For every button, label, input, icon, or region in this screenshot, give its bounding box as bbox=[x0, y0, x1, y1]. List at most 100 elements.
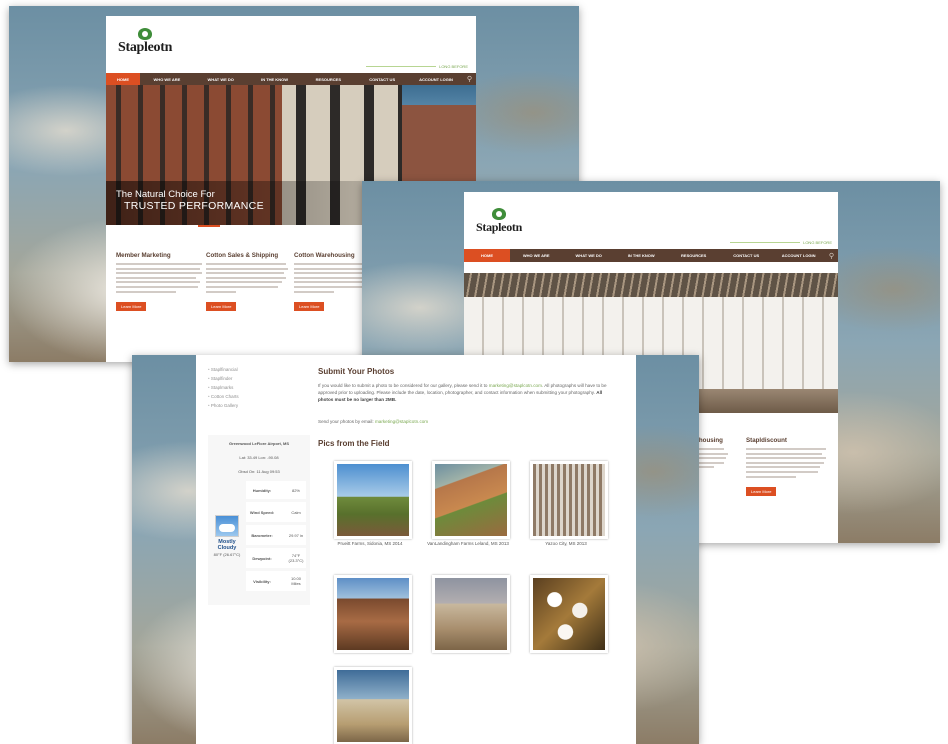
submit-send-line: Send your photos by email: marketing@sta… bbox=[318, 419, 428, 424]
submit-body-text: If you would like to submit a photo to b… bbox=[318, 383, 489, 388]
nav-what-we-do[interactable]: WHAT WE DO bbox=[194, 77, 248, 82]
feature-body bbox=[746, 448, 828, 478]
gallery-photo[interactable] bbox=[432, 575, 510, 653]
learn-more-button[interactable]: Learn More bbox=[746, 487, 777, 497]
weather-table: Humidity: 82% Wind Speed: Calm Barometer… bbox=[246, 481, 306, 591]
gallery-photo[interactable] bbox=[432, 461, 510, 539]
search-icon[interactable]: ⚲ bbox=[825, 252, 838, 260]
feature-body bbox=[116, 263, 202, 293]
photo-harvester bbox=[337, 670, 409, 742]
photo-field-sky bbox=[337, 464, 409, 536]
weather-row: Dewpoint: 74°F (23.3°C) bbox=[246, 548, 306, 568]
sidebar-link[interactable]: Staplfinder bbox=[208, 376, 308, 381]
nav-in-the-know[interactable]: IN THE KNOW bbox=[615, 253, 667, 258]
weather-label: Wind Speed: bbox=[249, 509, 275, 515]
warehouse-ceiling bbox=[464, 273, 838, 297]
nav-resources[interactable]: RESOURCES bbox=[301, 77, 355, 82]
site-tagline: LONG BEFORE bbox=[366, 64, 468, 69]
weather-label: Humidity: bbox=[252, 487, 272, 493]
feature-title: Cotton Sales & Shipping bbox=[206, 252, 279, 259]
gallery-heading: Pics from the Field bbox=[318, 439, 390, 448]
weather-label: Dewpoint: bbox=[252, 555, 272, 561]
nav-contact-us[interactable]: CONTACT US bbox=[355, 77, 409, 82]
weather-condition-temp: 80°F (26.67°C) bbox=[213, 552, 241, 557]
photo-caption: Yazoo City, MS 2013 bbox=[545, 541, 587, 546]
nav-contact-us[interactable]: CONTACT US bbox=[720, 253, 772, 258]
photo-caption: VanLandingham Farms Leland, MS 2013 bbox=[427, 541, 509, 546]
main-nav: HOME WHO WE ARE WHAT WE DO IN THE KNOW R… bbox=[106, 73, 476, 85]
sidebar-link[interactable]: Cotton Charts bbox=[208, 394, 308, 399]
weather-row: Humidity: 82% bbox=[246, 481, 306, 499]
photo-field-aerial bbox=[435, 464, 507, 536]
logo-text: Stapleotn bbox=[476, 220, 522, 234]
screenshot-photo-gallery: Staplfinancial Staplfinder Staplmarks Co… bbox=[132, 355, 699, 744]
submit-body: If you would like to submit a photo to b… bbox=[318, 382, 618, 403]
feature-column: Cotton Sales & Shipping Learn More bbox=[206, 252, 290, 313]
cotton-boll-icon bbox=[491, 208, 506, 220]
feature-title: Member Marketing bbox=[116, 252, 171, 259]
nav-home[interactable]: HOME bbox=[106, 73, 140, 85]
send-email-link[interactable]: marketing@staplcotn.com bbox=[375, 419, 428, 424]
nav-account-login[interactable]: ACCOUNT LOGIN bbox=[772, 253, 824, 258]
gallery-photo[interactable] bbox=[334, 667, 412, 744]
gallery-photo[interactable] bbox=[334, 461, 412, 539]
submit-heading: Submit Your Photos bbox=[318, 367, 395, 376]
feature-column: Member Marketing Learn More bbox=[116, 252, 202, 313]
photo-cotton-field bbox=[435, 578, 507, 650]
sidebar-link[interactable]: Staplfinancial bbox=[208, 367, 308, 372]
weather-latlon: Lat: 33.49 Lon: -90.08 bbox=[239, 455, 279, 460]
cotton-boll-icon bbox=[138, 28, 153, 40]
sidebar-link[interactable]: Photo Gallery bbox=[208, 403, 308, 408]
learn-more-button[interactable]: Learn More bbox=[206, 302, 237, 312]
logo-text: Stapleotn bbox=[118, 40, 173, 55]
weather-value: 10.00 Miles bbox=[290, 576, 301, 586]
weather-row: Visibility: 10.00 Miles bbox=[246, 571, 306, 591]
photo-cotton-bolls bbox=[533, 578, 605, 650]
site-logo[interactable]: Stapleotn bbox=[476, 208, 522, 235]
gallery-photo[interactable] bbox=[530, 575, 608, 653]
nav-resources[interactable]: RESOURCES bbox=[667, 253, 719, 258]
main-nav: HOME WHO WE ARE WHAT WE DO IN THE KNOW R… bbox=[464, 249, 838, 262]
nav-who-we-are[interactable]: WHO WE ARE bbox=[140, 77, 194, 82]
weather-row: Wind Speed: Calm bbox=[246, 502, 306, 522]
hero-indicator bbox=[198, 225, 220, 227]
photo-cotton-rows bbox=[533, 464, 605, 536]
learn-more-button[interactable]: Learn More bbox=[116, 302, 147, 312]
weather-widget: Greenwood LeFlore Airport, MS Lat: 33.49… bbox=[208, 435, 310, 605]
weather-row: Barometer: 29.97 in bbox=[246, 525, 306, 545]
hero-headline-1: The Natural Choice For bbox=[116, 189, 215, 200]
site-panel: Staplfinancial Staplfinder Staplmarks Co… bbox=[196, 355, 636, 744]
weather-condition-label: Mostly Cloudy bbox=[217, 539, 237, 551]
site-logo[interactable]: Stapleotn bbox=[118, 28, 172, 56]
nav-who-we-are[interactable]: WHO WE ARE bbox=[510, 253, 562, 258]
gallery-photo[interactable] bbox=[334, 575, 412, 653]
feature-body bbox=[206, 263, 290, 293]
weather-observed: Obsd On: 11 Aug 09:53 bbox=[238, 469, 280, 474]
weather-label: Barometer: bbox=[251, 532, 273, 538]
weather-condition: Mostly Cloudy 80°F (26.67°C) bbox=[212, 515, 242, 557]
feature-title: Stapldiscount bbox=[746, 437, 787, 444]
weather-value: Calm bbox=[291, 509, 301, 515]
hero-headline-2: TRUSTED PERFORMANCE bbox=[124, 200, 264, 212]
weather-label: Visibility: bbox=[253, 578, 271, 584]
send-label: Send your photos by email: bbox=[318, 419, 374, 424]
sidebar: Staplfinancial Staplfinder Staplmarks Co… bbox=[208, 367, 308, 412]
weather-station: Greenwood LeFlore Airport, MS bbox=[228, 441, 290, 446]
nav-account-login[interactable]: ACCOUNT LOGIN bbox=[409, 77, 463, 82]
submit-email-link[interactable]: marketing@staplcotn.com bbox=[489, 383, 542, 388]
weather-value: 82% bbox=[291, 487, 300, 493]
gallery-photo[interactable] bbox=[530, 461, 608, 539]
feature-column: Stapldiscount Learn More bbox=[746, 437, 828, 498]
nav-home[interactable]: HOME bbox=[464, 249, 510, 262]
cloud-sun-icon bbox=[215, 515, 239, 537]
nav-what-we-do[interactable]: WHAT WE DO bbox=[562, 253, 614, 258]
nav-in-the-know[interactable]: IN THE KNOW bbox=[248, 77, 302, 82]
learn-more-button[interactable]: Learn More bbox=[294, 302, 325, 312]
search-icon[interactable]: ⚲ bbox=[463, 75, 476, 83]
photo-furrows bbox=[337, 578, 409, 650]
photo-caption: Prueitt Farms, Sidonia, MS 2014 bbox=[337, 541, 403, 546]
weather-value: 74°F (23.3°C) bbox=[288, 553, 304, 563]
weather-value: 29.97 in bbox=[288, 532, 304, 538]
site-tagline: LONG BEFORE bbox=[730, 240, 832, 245]
sidebar-link[interactable]: Staplmarks bbox=[208, 385, 308, 390]
